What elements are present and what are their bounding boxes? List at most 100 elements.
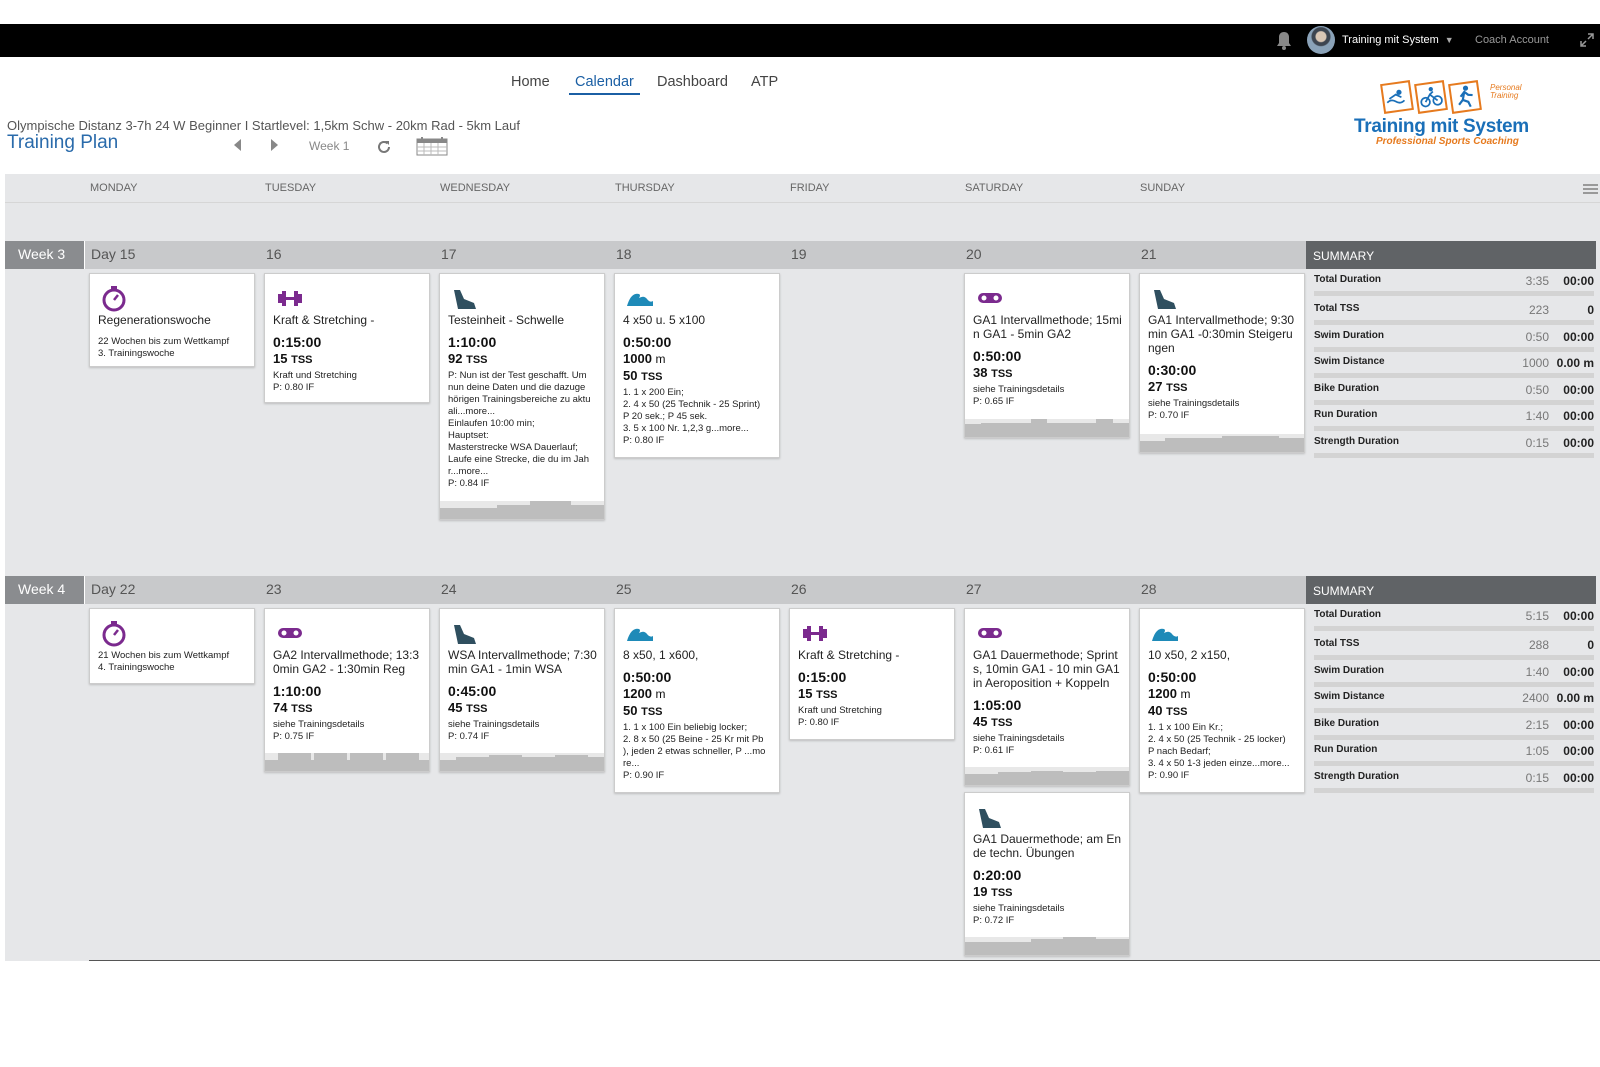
intensity-segment: [522, 756, 555, 771]
tss-unit: TSS: [1166, 706, 1188, 718]
summary-planned: 5:15: [1525, 609, 1549, 623]
runner-icon: [1448, 80, 1482, 114]
nav-dashboard[interactable]: Dashboard: [657, 74, 728, 90]
coach-account-link[interactable]: Coach Account: [1475, 34, 1549, 46]
workout-note: 22 Wochen bis zum Wettkampf 3. Trainings…: [98, 336, 230, 359]
workout-title: Kraft & Stretching -: [273, 313, 375, 327]
calendar-icon[interactable]: [416, 136, 448, 156]
workout-card[interactable]: 21 Wochen bis zum Wettkampf 4. Trainings…: [89, 608, 255, 684]
intensity-segment: [1047, 422, 1097, 437]
summary-label: Bike Duration: [1314, 383, 1380, 394]
nav-calendar[interactable]: Calendar: [569, 74, 640, 95]
summary-progress-bar: [1314, 708, 1594, 713]
workout-duration: 0:50:00: [623, 669, 672, 685]
personal-training-badge: Personal Training: [1490, 83, 1522, 100]
intensity-segment: [456, 756, 490, 771]
plan-subtitle: Olympische Distanz 3-7h 24 W Beginner I …: [7, 118, 520, 133]
workout-duration: 0:30:00: [1148, 362, 1197, 378]
intensity-segment: [965, 942, 1031, 955]
workout-tss: 45 TSS: [448, 700, 488, 715]
workout-duration: 0:50:00: [1148, 669, 1197, 685]
day-number: 28: [1141, 581, 1157, 597]
workout-card[interactable]: GA1 Intervallmethode; 15mi n GA1 - 5min …: [964, 273, 1130, 438]
week-label: Week 3: [5, 241, 85, 269]
tss-value: 74: [273, 700, 288, 715]
bike-chain-icon: [975, 284, 1003, 312]
tss-unit: TSS: [466, 703, 488, 715]
day-number: 26: [791, 581, 807, 597]
avatar[interactable]: [1307, 26, 1335, 54]
summary-progress-bar: [1314, 682, 1594, 687]
workout-tss: 40 TSS: [1148, 703, 1188, 718]
summary-label: Total Duration: [1314, 274, 1382, 285]
expand-icon[interactable]: [1580, 33, 1594, 47]
refresh-icon[interactable]: [376, 139, 392, 155]
workout-intensity: P: 0.80 IF: [623, 435, 665, 446]
summary-row: Bike Duration 0:50 00:00: [1314, 383, 1594, 405]
summary-planned: 0:50: [1525, 383, 1549, 397]
workout-description: siehe Trainingsdetails: [973, 384, 1065, 395]
summary-actual: 00:00: [1563, 744, 1594, 758]
intensity-segment: [497, 504, 531, 519]
bottom-divider: [89, 960, 1600, 961]
workout-title: Regenerationswoche: [98, 313, 211, 327]
day-number: Day 15: [91, 246, 136, 262]
intensity-segment: [1096, 938, 1129, 955]
workout-tss: 38 TSS: [973, 365, 1013, 380]
previous-week-button[interactable]: [234, 139, 241, 151]
nav-home[interactable]: Home: [511, 74, 550, 90]
workout-tss: 50 TSS: [623, 703, 663, 718]
workout-description: 1. 1 x 100 Ein beliebig locker; 2. 8 x 5…: [623, 722, 766, 769]
workout-title: WSA Intervallmethode; 7:30 min GA1 - 1mi…: [448, 648, 597, 676]
workout-title: GA1 Intervallmethode; 9:30 min GA1 -0:30…: [1148, 313, 1295, 355]
week-bar: Week 4: [5, 576, 1306, 604]
workout-card[interactable]: Regenerationswoche 22 Wochen bis zum Wett…: [89, 273, 255, 367]
intensity-profile-chart: [965, 937, 1129, 955]
workout-intensity: P: 0.61 IF: [973, 745, 1015, 756]
intensity-segment: [1030, 419, 1047, 437]
day-header-wednesday: WEDNESDAY: [440, 182, 511, 194]
intensity-segment: [530, 501, 572, 519]
user-menu[interactable]: Training mit System ▼: [1342, 34, 1454, 46]
stopwatch-icon: [100, 284, 128, 312]
workout-card[interactable]: GA1 Intervallmethode; 9:30 min GA1 -0:30…: [1139, 273, 1305, 453]
workout-card[interactable]: WSA Intervallmethode; 7:30 min GA1 - 1mi…: [439, 608, 605, 772]
tss-value: 50: [623, 703, 638, 718]
nav-atp[interactable]: ATP: [751, 74, 778, 90]
workout-card[interactable]: GA1 Dauermethode; Sprint s, 10min GA1 - …: [964, 608, 1130, 786]
day-number: 20: [966, 246, 982, 262]
workout-duration: 0:45:00: [448, 683, 497, 699]
workout-card[interactable]: 4 x50 u. 5 x100 0:50:00 1000 m 50 TSS 1. 1 x…: [614, 273, 780, 458]
workout-intensity: P: 0.90 IF: [623, 770, 665, 781]
summary-actual: 0.00 m: [1556, 691, 1594, 705]
workout-card[interactable]: GA1 Dauermethode; am En de techn. Übunge…: [964, 792, 1130, 956]
workout-card[interactable]: Kraft & Stretching - 0:15:00 15 TSS Kraft u…: [264, 273, 430, 403]
summary-planned: 2:15: [1525, 718, 1549, 732]
intensity-segment: [1112, 422, 1129, 437]
summary-progress-bar: [1314, 426, 1594, 431]
swim-wave-icon: [1150, 619, 1178, 647]
workout-card[interactable]: Kraft & Stretching - 0:15:00 15 TSS Kraft u…: [789, 608, 955, 740]
intensity-segment: [1140, 441, 1165, 452]
intensity-profile-chart: [965, 767, 1129, 785]
workout-card[interactable]: 10 x50, 2 x150, 0:50:00 1200 m 40 TSS 1. 1 x…: [1139, 608, 1305, 793]
workout-intensity: P: 0.84 IF: [448, 478, 490, 489]
workout-duration: 0:50:00: [623, 334, 672, 350]
workout-card[interactable]: GA2 Intervallmethode; 13:3 0min GA2 - 1:…: [264, 608, 430, 772]
intensity-segment: [1164, 437, 1222, 452]
next-week-button[interactable]: [271, 139, 278, 151]
summary-actual: 00:00: [1563, 609, 1594, 623]
workout-tss: 19 TSS: [973, 884, 1013, 899]
summary-planned: 288: [1528, 638, 1549, 652]
workout-card[interactable]: 8 x50, 1 x600, 0:50:00 1200 m 50 TSS 1. 1 x …: [614, 608, 780, 793]
brand-logo: Personal Training Training mit System Pro…: [1350, 80, 1555, 152]
intensity-segment: [278, 753, 311, 771]
menu-icon[interactable]: [1583, 184, 1598, 194]
summary-progress-bar: [1314, 655, 1594, 660]
bell-icon[interactable]: [1276, 31, 1292, 50]
swim-wave-icon: [625, 619, 653, 647]
workout-intensity: P: 0.70 IF: [1148, 410, 1190, 421]
user-name: Training mit System: [1342, 34, 1439, 46]
workout-duration: 0:15:00: [798, 669, 847, 685]
workout-card[interactable]: Testeinheit - Schwelle 1:10:00 92 TSS P: Nu…: [439, 273, 605, 520]
